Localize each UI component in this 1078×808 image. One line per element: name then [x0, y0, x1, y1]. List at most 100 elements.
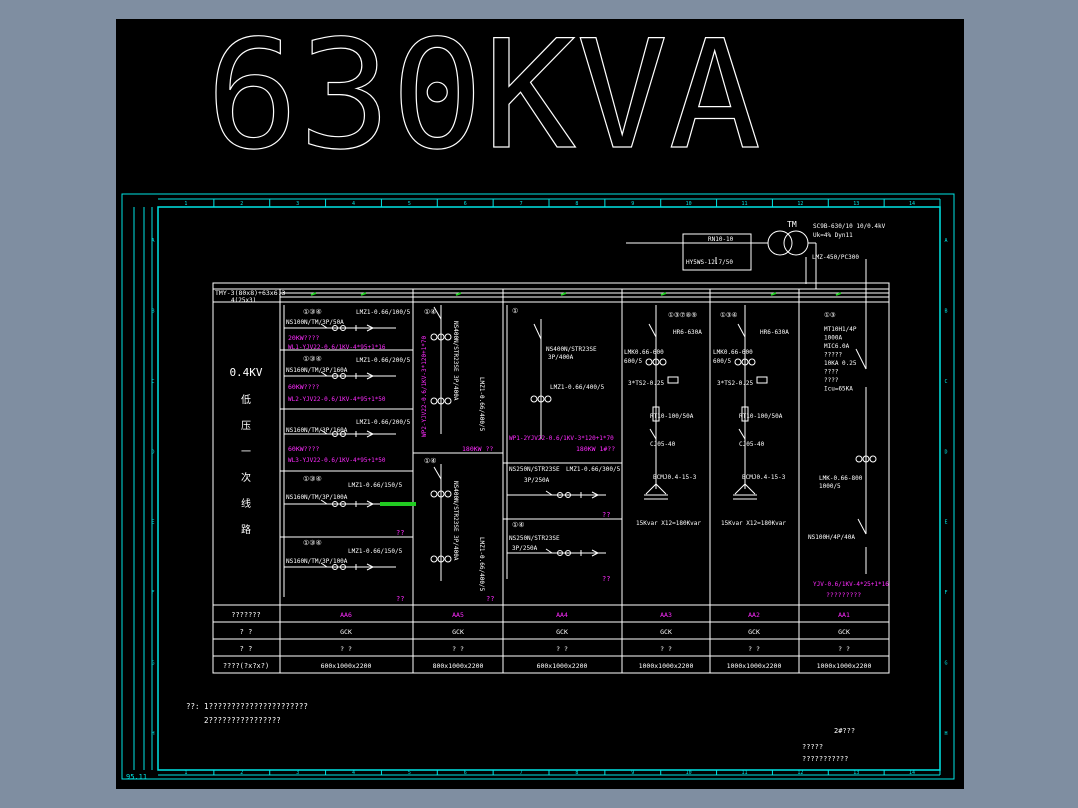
tm-label: TM — [787, 220, 797, 229]
table-cell: 1000x1000x2200 — [639, 662, 694, 670]
aa2-capacitor: BCMJ0.4-15-3 — [742, 474, 786, 481]
aa6-f4-breaker: NS160N/TM/3P/100A — [286, 494, 348, 501]
aa3-fuse: RT10-100/50A — [650, 413, 694, 420]
table-cell: GCK — [340, 628, 352, 636]
aa6-f1-nums: ①③④ — [303, 308, 322, 316]
border-letters-right: A B C D E F G H — [944, 238, 947, 737]
aa1-nums: ①③ — [824, 311, 836, 319]
table-row-label: ? ? — [240, 645, 253, 653]
aa5-top-breaker: NS400N/STR23SE 3P/400A — [452, 321, 459, 401]
schematic: 630KVA 1 2 3 4 5 6 7 8 9 10 11 12 13 14 1 2 3 4 5 6 7 8 9 10 11… — [121, 19, 955, 781]
table-cell: AA1 — [838, 611, 850, 619]
aa4-mid-breaker: NS250N/STR23SE — [509, 466, 560, 473]
border-number: 1 — [184, 201, 187, 207]
aa5-top-nums: ①④ — [424, 308, 437, 316]
aa6-f5-nums: ①③④ — [303, 539, 322, 547]
border-number: 3 — [296, 770, 299, 776]
border-letter: C — [151, 379, 154, 385]
aa4-bot-breaker: NS250N/STR23SE — [509, 535, 560, 542]
table-cell: AA3 — [660, 611, 672, 619]
border-letter: A — [944, 238, 947, 244]
busbar-label-1: TMY-3(80x8)+63x6.3 — [215, 289, 286, 297]
table-cell: GCK — [556, 628, 568, 636]
aa3-contactor: CJ05-40 — [650, 441, 676, 448]
table-cell: 1000x1000x2200 — [727, 662, 782, 670]
border-number: 7 — [520, 201, 523, 207]
border-numbers-top: 1 2 3 4 5 6 7 8 9 10 11 12 13 14 — [184, 199, 941, 207]
note-line-2: 2???????????????? — [204, 716, 281, 725]
table-cell: ? ? — [838, 645, 850, 653]
drawing-canvas: 630KVA 1 2 3 4 5 6 7 8 9 10 11 12 13 14 1 2 3 4 5 6 7 8 9 10 11… — [116, 19, 964, 789]
aa3-ct2: 600/5 — [624, 358, 642, 365]
aa6-f1-load: 20KW???? — [288, 334, 319, 342]
aa1-spec-line: ???? — [824, 369, 839, 376]
table-cell: GCK — [660, 628, 672, 636]
aa2-ct: LMK0.66-600 — [713, 349, 753, 356]
table-cell: 800x1000x2200 — [433, 662, 484, 670]
aa5-top-cable: WP2-YJV22-0.6/1KV-3*120+1*70 — [421, 335, 428, 437]
aa6-f2-breaker: NS160N/TM/3P/160A — [286, 367, 348, 374]
aa4-top-load: 180KW 1#?? — [576, 445, 615, 453]
border-number: 4 — [352, 770, 355, 776]
table-cell: GCK — [452, 628, 464, 636]
aa1-cable: YJV-0.6/1KV-4*25+1*16 — [813, 581, 889, 588]
left-label-char: 一 — [241, 447, 251, 458]
aa6-f2-nums: ①③④ — [303, 355, 322, 363]
cabinet-table: ??????? AA6 AA5 AA4 AA3 AA2 AA1 ? ? GCK GCK GCK GCK… — [223, 611, 872, 670]
aa6-f5-q: ?? — [396, 595, 404, 603]
busbar — [280, 292, 889, 298]
border-letter: H — [944, 731, 947, 737]
aa1-spec-line: 1000A — [824, 335, 842, 342]
table-cell: ? ? — [556, 645, 568, 653]
aa1-ct: LMK-0.66-800 — [819, 475, 863, 482]
border-letter: D — [151, 449, 154, 455]
border-letter: D — [944, 449, 947, 455]
aa4-top-nums: ① — [512, 307, 518, 315]
aa1-lines — [855, 259, 867, 574]
table-row-label: ? ? — [240, 628, 253, 636]
border-number: 7 — [520, 770, 523, 776]
border-number: 12 — [797, 201, 803, 207]
border-number: 5 — [408, 201, 411, 207]
aa6-f3-ct: LMZ1-0.66/200/5 — [356, 419, 411, 426]
aa4-bot-breaker2: 3P/250A — [512, 545, 538, 552]
border-number: 9 — [631, 201, 634, 207]
border-letter: F — [151, 590, 154, 596]
aa4-bot-q: ?? — [602, 575, 610, 583]
border-number: 11 — [741, 201, 747, 207]
table-row-label: ????(?x?x?) — [223, 662, 269, 670]
table-cell: 1000x1000x2200 — [817, 662, 872, 670]
aa3-total: 15Kvar X12=180Kvar — [636, 520, 701, 527]
title: 630KVA — [206, 19, 761, 183]
table-cell: ? ? — [660, 645, 672, 653]
border-letter: H — [151, 731, 154, 737]
aa1-spec-lines: MT10H1/4P 1000AMIC6.0A?????10KA 0.25?????… — [824, 326, 857, 393]
border-number: 4 — [352, 201, 355, 207]
capacitor-symbols — [644, 305, 768, 500]
aa5-top-ct: LMZ1-0.66/400/5 — [478, 377, 485, 432]
table-cell: 600x1000x2200 — [321, 662, 372, 670]
aa4-mid-q: ?? — [602, 511, 610, 519]
aa3-ct: LMK0.66-600 — [624, 349, 664, 356]
aa4-mid-ct: LMZ1-0.66/300/5 — [566, 466, 621, 473]
aa3-capacitor: BCMJ0.4-15-3 — [653, 474, 697, 481]
table-cell: AA2 — [748, 611, 760, 619]
aa6-f1-ct: LMZ1-0.66/100/5 — [356, 309, 411, 316]
border-number: 10 — [686, 201, 692, 207]
transformer-params: Uk=4% Dyn11 — [813, 232, 853, 239]
border-letter: G — [151, 660, 154, 666]
aa6-f4-q: ?? — [396, 529, 404, 537]
border-number: 1 — [184, 770, 187, 776]
aa6-f3-load: 60KW???? — [288, 445, 319, 453]
border-letter: A — [151, 238, 154, 244]
bottom-right-3: ??????????? — [802, 755, 848, 763]
aa6-f2-ct: LMZ1-0.66/200/5 — [356, 357, 411, 364]
aa6-f2-load: 60KW???? — [288, 383, 319, 391]
border-number: 14 — [909, 201, 915, 207]
border-number: 14 — [909, 770, 915, 776]
aa2-fuse: RT10-100/50A — [739, 413, 783, 420]
border-letter: C — [944, 379, 947, 385]
aa1-spec-line: MT10H1/4P — [824, 326, 857, 333]
aa4-bot-nums: ①④ — [512, 521, 525, 529]
table-cell: GCK — [838, 628, 850, 636]
